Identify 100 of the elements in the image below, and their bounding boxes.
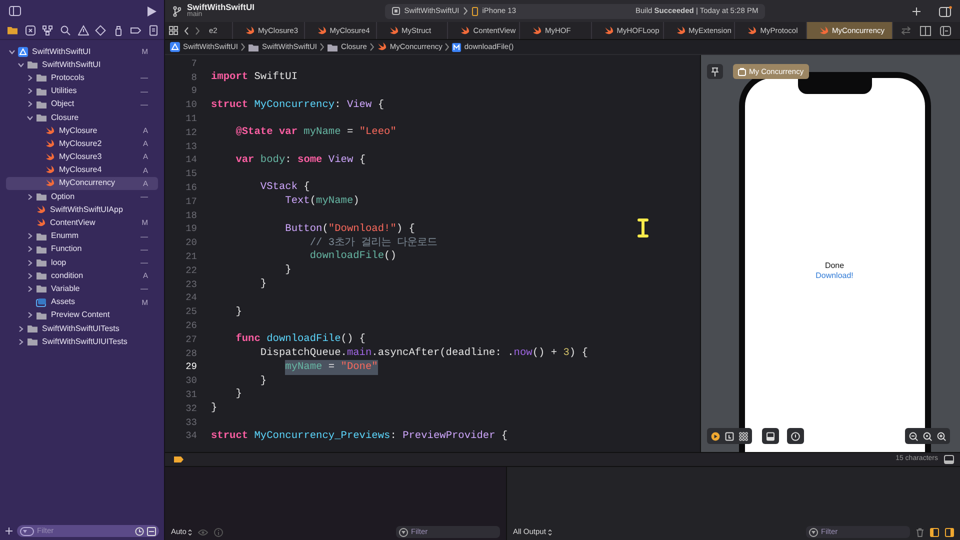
navigator-item[interactable]: SwiftWithSwiftUIApp bbox=[6, 203, 158, 216]
navigator-item[interactable]: Preview Content bbox=[6, 308, 158, 322]
file-name: loop bbox=[51, 256, 66, 269]
line-number: 33 bbox=[184, 416, 197, 430]
chevron-icon[interactable] bbox=[27, 312, 33, 318]
file-name: Preview Content bbox=[51, 309, 110, 322]
file-name: SwiftWithSwiftUIUITests bbox=[42, 336, 128, 348]
navigator-item[interactable]: Closure bbox=[6, 110, 158, 124]
line-number: 24 bbox=[184, 291, 197, 306]
breakpoint-icon[interactable] bbox=[173, 456, 184, 463]
code-line: func downloadFile() { bbox=[236, 332, 366, 348]
right-panel-icon[interactable] bbox=[945, 528, 954, 536]
filter-icon[interactable] bbox=[20, 526, 34, 536]
swift-file-icon bbox=[819, 26, 829, 36]
search-icon[interactable] bbox=[60, 25, 71, 36]
square-icon[interactable] bbox=[725, 432, 734, 440]
app-icon bbox=[392, 7, 400, 15]
chevron-icon[interactable] bbox=[27, 74, 33, 81]
file-name: Utilities bbox=[51, 85, 77, 98]
line-number: 26 bbox=[184, 318, 197, 333]
square-x-icon[interactable] bbox=[24, 25, 36, 36]
download-link[interactable]: Download! bbox=[816, 270, 854, 280]
inspector-toggle-icon[interactable] bbox=[938, 6, 952, 16]
add-icon[interactable] bbox=[912, 6, 921, 16]
chevron-icon bbox=[241, 43, 246, 51]
swift-file-icon bbox=[36, 204, 46, 215]
code-line: VStack { bbox=[260, 180, 310, 196]
diamond-icon[interactable] bbox=[95, 25, 106, 36]
folder-icon bbox=[327, 42, 338, 52]
grid-icon[interactable] bbox=[739, 432, 748, 440]
back-icon[interactable] bbox=[184, 26, 189, 34]
folder-icon bbox=[36, 232, 47, 241]
warning-icon[interactable] bbox=[78, 25, 88, 36]
grid-icon[interactable] bbox=[169, 26, 178, 35]
chevron-icon[interactable] bbox=[27, 246, 33, 252]
chevron-icon bbox=[320, 43, 324, 51]
folder-icon[interactable] bbox=[7, 25, 18, 36]
chevron-icon[interactable] bbox=[27, 233, 33, 240]
code-line: struct MyConcurrency: View { bbox=[211, 98, 384, 113]
swift-file-icon bbox=[376, 42, 387, 52]
box-icon[interactable] bbox=[147, 526, 156, 536]
chevron-icon[interactable] bbox=[27, 114, 33, 121]
folder-icon bbox=[248, 42, 260, 52]
swift-file-icon bbox=[747, 26, 758, 36]
zoom-actual-icon[interactable] bbox=[923, 432, 932, 440]
code-line: var body: some View { bbox=[236, 152, 366, 168]
tag-icon[interactable] bbox=[130, 25, 142, 36]
line-number: 31 bbox=[184, 388, 197, 402]
chevron-icon[interactable] bbox=[18, 338, 24, 345]
file-name: SwiftWithSwiftUIApp bbox=[50, 204, 123, 216]
left-panel-icon[interactable] bbox=[930, 528, 939, 536]
add-icon[interactable] bbox=[5, 527, 13, 535]
line-number: 21 bbox=[184, 250, 197, 264]
chevron-icon[interactable] bbox=[27, 101, 33, 108]
trash-icon[interactable] bbox=[916, 528, 924, 536]
file-name: MyConcurrency bbox=[59, 177, 116, 190]
swift-file-icon bbox=[532, 26, 542, 36]
canvas-toggle-icon[interactable] bbox=[940, 26, 951, 36]
navigator-item[interactable]: SwiftWithSwiftUIUITests bbox=[6, 335, 158, 348]
code-line: downloadFile() bbox=[310, 249, 396, 264]
code-line: DispatchQueue.main.asyncAfter(deadline: .now() + 3) { bbox=[260, 346, 588, 361]
file-name: MyClosure bbox=[59, 124, 98, 137]
file-name: Variable bbox=[51, 282, 80, 295]
split-editor-icon[interactable] bbox=[920, 26, 931, 36]
folder-icon bbox=[36, 271, 47, 280]
hierarchy-icon[interactable] bbox=[42, 25, 54, 36]
document-icon[interactable] bbox=[148, 25, 159, 36]
chevron-icon[interactable] bbox=[27, 272, 33, 279]
chevron-icon[interactable] bbox=[27, 260, 33, 266]
assets-icon bbox=[36, 298, 47, 307]
play-icon[interactable] bbox=[711, 432, 720, 440]
swift-file-icon bbox=[45, 138, 55, 149]
folder-icon bbox=[36, 284, 47, 294]
folder-icon bbox=[27, 337, 38, 346]
file-name: Function bbox=[51, 243, 82, 256]
forward-icon[interactable] bbox=[195, 26, 200, 34]
project-icon bbox=[170, 42, 180, 52]
method-icon bbox=[452, 42, 462, 52]
swap-icon[interactable] bbox=[901, 26, 911, 35]
run-icon[interactable] bbox=[147, 6, 157, 16]
folder-icon bbox=[36, 258, 47, 268]
chevron-icon[interactable] bbox=[27, 286, 33, 292]
navigator-item[interactable]: SwiftWithSwiftUI bbox=[6, 58, 158, 72]
navigator-item[interactable]: SwiftWithSwiftUITests bbox=[6, 322, 158, 336]
zoom-in-icon[interactable] bbox=[937, 432, 946, 440]
debug-area-toggle-icon[interactable] bbox=[944, 455, 954, 464]
chevron-icon[interactable] bbox=[27, 194, 33, 200]
code-line: } bbox=[211, 401, 218, 416]
line-number: 20 bbox=[184, 236, 197, 250]
chevron-icon[interactable] bbox=[27, 88, 33, 94]
file-name: MyClosure3 bbox=[59, 151, 102, 164]
zoom-out-icon[interactable] bbox=[909, 432, 918, 440]
clock-icon[interactable] bbox=[135, 526, 144, 536]
chevron-icon[interactable] bbox=[18, 326, 24, 332]
line-number: 16 bbox=[184, 180, 197, 195]
chevron-icon[interactable] bbox=[18, 62, 24, 68]
pin-button[interactable] bbox=[707, 64, 723, 79]
sidebar-toggle-icon[interactable] bbox=[9, 6, 21, 16]
chevron-icon[interactable] bbox=[9, 48, 15, 55]
folder-icon bbox=[36, 86, 47, 96]
